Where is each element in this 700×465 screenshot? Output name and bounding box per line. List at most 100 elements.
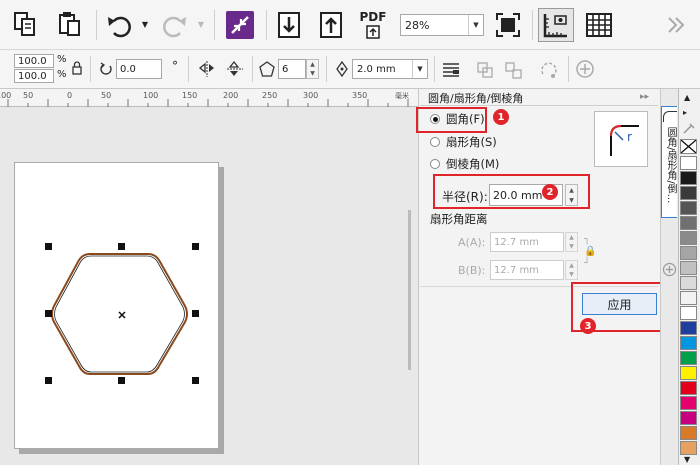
degree-symbol: ° <box>172 59 178 73</box>
corner-preview: r <box>594 111 648 167</box>
redo-icon[interactable] <box>158 10 190 40</box>
ruler-label: 250 <box>262 91 278 100</box>
color-swatch[interactable] <box>680 441 697 455</box>
polygon-sides-field[interactable]: 6 <box>278 59 306 79</box>
rotation-icon[interactable] <box>98 60 114 76</box>
scale-x-unit: % <box>57 54 67 65</box>
canvas-scrollbar[interactable] <box>408 210 411 370</box>
b-distance-value: 12.7 mm <box>494 264 539 276</box>
add-docker-icon[interactable] <box>662 262 677 277</box>
fan-distance-label: 扇形角距离 <box>430 212 488 226</box>
polygon-sides-spinner[interactable]: ▲ ▼ <box>306 59 319 79</box>
rulers-icon[interactable] <box>538 8 574 42</box>
palette-scroll-up-icon[interactable]: ▲ <box>684 93 690 102</box>
color-swatch[interactable] <box>680 411 697 425</box>
copy-icon[interactable] <box>12 10 38 38</box>
zoom-level-value: 28% <box>405 18 430 32</box>
grid-icon[interactable] <box>584 10 614 40</box>
ruler-label: 100 <box>0 91 12 100</box>
trace-icon[interactable] <box>226 11 254 39</box>
spin-down-icon[interactable]: ▼ <box>307 69 318 78</box>
color-swatch[interactable] <box>680 381 697 395</box>
scale-y-value: 100.0 <box>18 70 47 82</box>
publish-pdf-icon[interactable]: PDF <box>358 8 388 42</box>
polygon-sides-value: 6 <box>282 63 289 75</box>
panel-collapse-icon[interactable]: ▸▸ <box>640 92 649 102</box>
annotation-badge: 3 <box>580 318 596 334</box>
combine-icon[interactable] <box>474 59 496 81</box>
ruler-label: 0 <box>67 91 73 100</box>
rounded-hexagon-shape[interactable] <box>40 238 205 388</box>
ruler-label: 350 <box>352 91 368 100</box>
color-swatch[interactable] <box>680 216 697 230</box>
convert-to-curves-icon[interactable] <box>538 59 560 81</box>
pen-outline-icon <box>334 60 350 78</box>
paste-icon[interactable] <box>56 10 82 38</box>
mirror-horizontal-icon[interactable] <box>196 58 218 80</box>
polygon-icon <box>258 60 276 78</box>
color-swatch[interactable] <box>680 336 697 350</box>
ruler-label: 300 <box>303 91 319 100</box>
scale-x-field[interactable]: 100.0 <box>14 54 54 68</box>
palette-flyout-icon[interactable]: ▸ <box>683 108 687 117</box>
b-distance-field[interactable]: 12.7 mm <box>490 260 564 280</box>
mirror-vertical-icon[interactable] <box>224 58 246 80</box>
color-swatch[interactable] <box>680 246 697 260</box>
a-spinner[interactable]: ▲ ▼ <box>565 232 578 252</box>
import-icon[interactable] <box>276 10 302 40</box>
color-swatch[interactable] <box>680 366 697 380</box>
more-icon[interactable] <box>664 12 688 38</box>
horizontal-ruler[interactable]: 100 50 0 50 100 150 200 250 300 350 毫米 <box>0 89 418 107</box>
link-bracket-icon[interactable]: ┐ 🔒 ┘ <box>584 234 596 270</box>
color-swatch[interactable] <box>680 426 697 440</box>
color-swatch[interactable] <box>680 186 697 200</box>
property-bar: 100.0 100.0 % % 0.0 ° 6 ▲ ▼ 2.0 mm ▼ <box>0 50 700 89</box>
redo-dropdown-icon[interactable]: ▼ <box>196 18 206 30</box>
radio-icon <box>430 159 440 169</box>
spin-up-icon[interactable]: ▲ <box>307 60 318 69</box>
color-swatch[interactable] <box>680 231 697 245</box>
color-swatch[interactable] <box>680 321 697 335</box>
scale-y-unit: % <box>57 69 67 80</box>
radio-icon <box>430 137 440 147</box>
export-icon[interactable] <box>318 10 344 40</box>
undo-icon[interactable] <box>104 10 136 40</box>
color-swatch[interactable] <box>680 156 697 170</box>
scale-x-value: 100.0 <box>18 55 47 67</box>
side-tab-label: 圆角/扇形角/倒... <box>665 127 676 204</box>
palette-scroll-down-icon[interactable]: ▼ <box>684 455 690 464</box>
ruler-label: 200 <box>223 91 239 100</box>
text-wrap-icon[interactable] <box>440 59 462 81</box>
break-apart-icon[interactable] <box>502 59 524 81</box>
b-label: B(B): <box>458 264 486 277</box>
ruler-label: 50 <box>101 91 112 100</box>
ruler-unit: 毫米 <box>395 92 409 100</box>
b-spinner[interactable]: ▲ ▼ <box>565 260 578 280</box>
annotation-box-radius <box>433 174 590 209</box>
color-swatch[interactable] <box>680 261 697 275</box>
a-distance-field[interactable]: 12.7 mm <box>490 232 564 252</box>
option-chamfer[interactable]: 倒棱角(M) <box>430 156 499 172</box>
option-chamfer-label: 倒棱角(M) <box>446 157 500 171</box>
no-color-swatch[interactable] <box>680 139 697 154</box>
add-icon[interactable] <box>574 58 596 80</box>
side-tab-fillet[interactable]: 圆角/扇形角/倒... <box>661 106 677 218</box>
undo-dropdown-icon[interactable]: ▼ <box>140 18 150 30</box>
color-swatch[interactable] <box>680 276 697 290</box>
standard-toolbar: ▼ ▼ PDF 28% ▼ <box>0 0 700 50</box>
color-swatch[interactable] <box>680 351 697 365</box>
color-swatch[interactable] <box>680 171 697 185</box>
option-scallop[interactable]: 扇形角(S) <box>430 134 497 150</box>
color-swatch[interactable] <box>680 201 697 215</box>
eyedropper-icon[interactable] <box>681 121 697 135</box>
lock-ratio-icon[interactable] <box>70 60 84 76</box>
a-distance-value: 12.7 mm <box>494 236 539 248</box>
scale-y-field[interactable]: 100.0 <box>14 69 54 83</box>
full-screen-icon[interactable] <box>494 10 522 40</box>
color-swatch[interactable] <box>680 306 697 320</box>
outline-width-dropdown[interactable]: 2.0 mm ▼ <box>352 59 428 79</box>
zoom-level-dropdown[interactable]: 28% ▼ <box>400 14 484 36</box>
rotation-angle-field[interactable]: 0.0 <box>116 59 162 79</box>
color-swatch[interactable] <box>680 396 697 410</box>
color-swatch[interactable] <box>680 291 697 305</box>
